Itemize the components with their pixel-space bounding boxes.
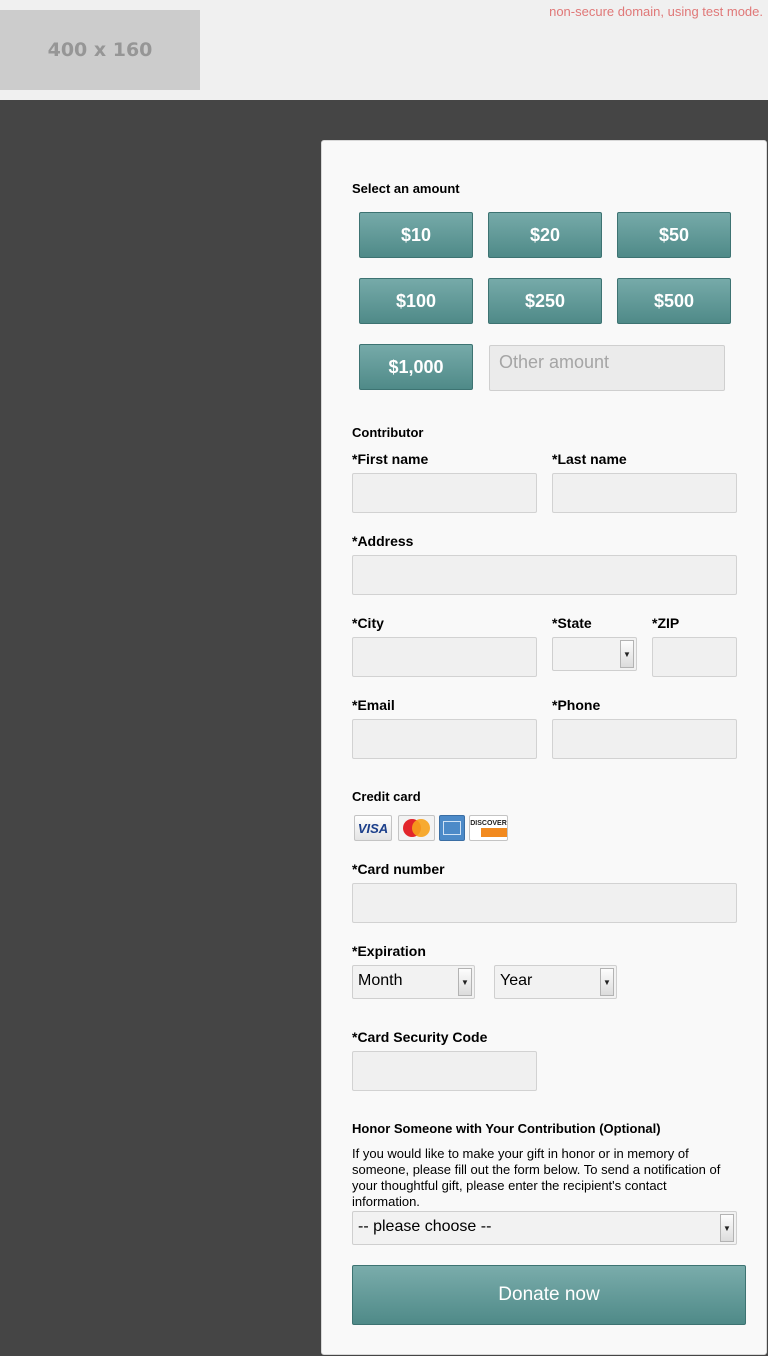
amount-100-button[interactable]: $100: [359, 278, 473, 324]
top-bar: 400 x 160 non-secure domain, using test …: [0, 0, 768, 100]
expiration-month-select[interactable]: Month ▼: [352, 965, 475, 999]
chevron-down-icon: ▼: [620, 640, 634, 668]
contributor-section-title: Contributor: [352, 425, 424, 440]
chevron-down-icon: ▼: [600, 968, 614, 996]
honor-section-title: Honor Someone with Your Contribution (Op…: [352, 1121, 661, 1136]
expiration-year-select[interactable]: Year ▼: [494, 965, 617, 999]
honor-select-value: -- please choose --: [358, 1218, 492, 1235]
other-amount-input[interactable]: Other amount: [489, 345, 725, 391]
amount-20-button[interactable]: $20: [488, 212, 602, 258]
amount-section-title: Select an amount: [352, 181, 460, 196]
donate-now-button[interactable]: Donate now: [352, 1265, 746, 1325]
chevron-down-icon: ▼: [720, 1214, 734, 1242]
amount-50-button[interactable]: $50: [617, 212, 731, 258]
expiration-label: *Expiration: [352, 943, 426, 959]
amount-10-button[interactable]: $10: [359, 212, 473, 258]
zip-label: *ZIP: [652, 615, 680, 631]
first-name-field[interactable]: [352, 473, 537, 513]
last-name-field[interactable]: [552, 473, 737, 513]
email-field[interactable]: [352, 719, 537, 759]
security-code-field[interactable]: [352, 1051, 537, 1091]
address-label: *Address: [352, 533, 414, 549]
credit-card-section-title: Credit card: [352, 789, 421, 804]
last-name-label: *Last name: [552, 451, 627, 467]
amex-icon: [439, 815, 465, 841]
zip-field[interactable]: [652, 637, 737, 677]
state-label: *State: [552, 615, 592, 631]
logo-placeholder: 400 x 160: [0, 10, 200, 90]
mastercard-icon: [398, 815, 435, 841]
email-label: *Email: [352, 697, 395, 713]
donation-form-panel: Select an amount $10 $20 $50 $100 $250 $…: [321, 140, 767, 1355]
address-field[interactable]: [352, 555, 737, 595]
city-field[interactable]: [352, 637, 537, 677]
chevron-down-icon: ▼: [458, 968, 472, 996]
discover-label: DISCOVER: [470, 820, 507, 827]
phone-label: *Phone: [552, 697, 601, 713]
honor-description: If you would like to make your gift in h…: [352, 1146, 721, 1209]
card-number-field[interactable]: [352, 883, 737, 923]
honor-type-select[interactable]: -- please choose -- ▼: [352, 1211, 737, 1245]
discover-icon: DISCOVER: [469, 815, 508, 841]
test-mode-notice: non-secure domain, using test mode.: [549, 4, 763, 19]
security-code-label: *Card Security Code: [352, 1029, 488, 1045]
first-name-label: *First name: [352, 451, 429, 467]
month-value: Month: [358, 972, 403, 989]
amount-250-button[interactable]: $250: [488, 278, 602, 324]
city-label: *City: [352, 615, 384, 631]
phone-field[interactable]: [552, 719, 737, 759]
amount-500-button[interactable]: $500: [617, 278, 731, 324]
year-value: Year: [500, 972, 533, 989]
amount-1000-button[interactable]: $1,000: [359, 344, 473, 390]
card-number-label: *Card number: [352, 861, 445, 877]
state-select[interactable]: ▼: [552, 637, 637, 671]
visa-icon: VISA: [354, 815, 392, 841]
